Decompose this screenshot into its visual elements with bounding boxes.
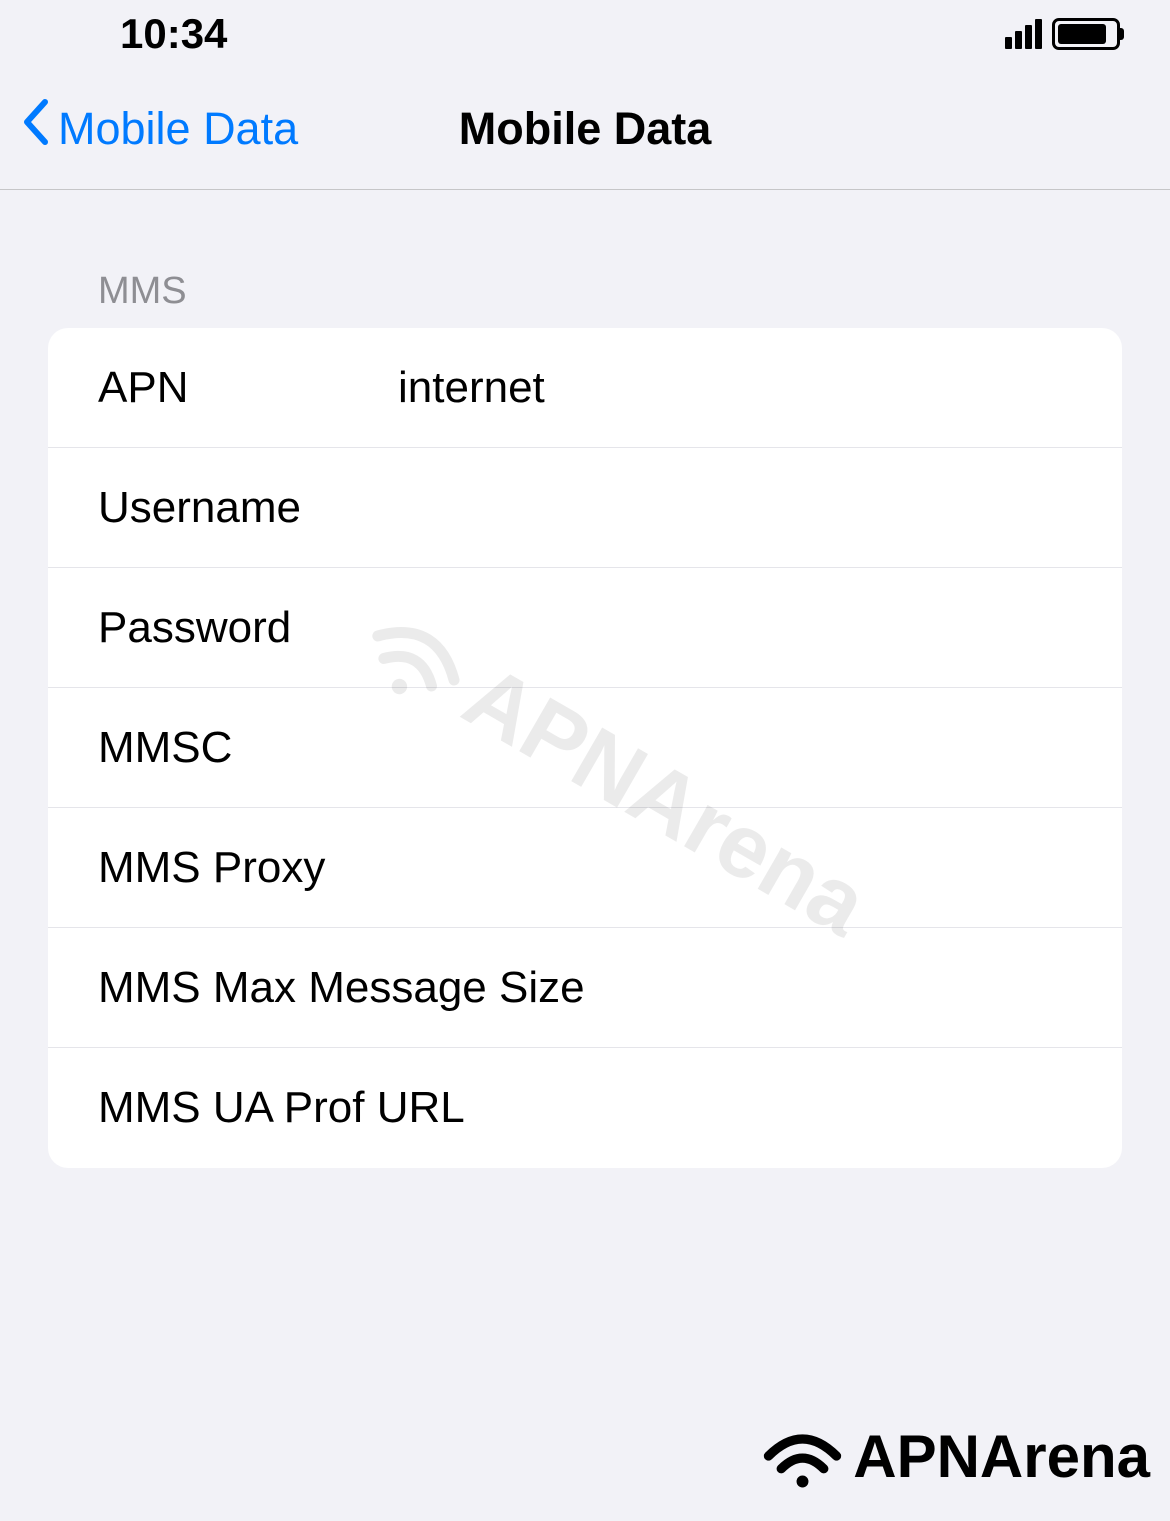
row-label: APN	[98, 363, 398, 413]
row-label: MMS UA Prof URL	[98, 1083, 1072, 1133]
section-header: MMS	[48, 270, 1122, 313]
back-label: Mobile Data	[58, 103, 298, 155]
row-label: Username	[98, 483, 398, 533]
row-label: MMSC	[98, 723, 398, 773]
password-input[interactable]	[398, 603, 1072, 653]
row-label: MMS Proxy	[98, 843, 398, 893]
footer-brand-text: APNArena	[853, 1422, 1150, 1491]
mms-proxy-input[interactable]	[398, 843, 1072, 893]
row-label: Password	[98, 603, 398, 653]
nav-title: Mobile Data	[459, 103, 712, 155]
row-mms-ua-prof[interactable]: MMS UA Prof URL	[48, 1048, 1122, 1168]
mmsc-input[interactable]	[398, 723, 1072, 773]
nav-bar: Mobile Data Mobile Data	[0, 68, 1170, 190]
settings-group: APN Username Password MMSC MMS Proxy MMS…	[48, 328, 1122, 1168]
row-username[interactable]: Username	[48, 448, 1122, 568]
username-input[interactable]	[398, 483, 1072, 533]
row-mms-proxy[interactable]: MMS Proxy	[48, 808, 1122, 928]
chevron-left-icon	[20, 97, 50, 160]
status-time: 10:34	[120, 10, 227, 58]
footer-brand: APNArena	[760, 1421, 1150, 1491]
row-password[interactable]: Password	[48, 568, 1122, 688]
row-label: MMS Max Message Size	[98, 963, 1072, 1013]
status-bar: 10:34	[0, 0, 1170, 68]
status-icons	[1005, 18, 1120, 50]
row-mms-max-size[interactable]: MMS Max Message Size	[48, 928, 1122, 1048]
wifi-icon	[760, 1421, 845, 1491]
cellular-signal-icon	[1005, 19, 1042, 49]
row-apn[interactable]: APN	[48, 328, 1122, 448]
battery-icon	[1052, 18, 1120, 50]
back-button[interactable]: Mobile Data	[20, 97, 298, 160]
row-mmsc[interactable]: MMSC	[48, 688, 1122, 808]
apn-input[interactable]	[398, 363, 1072, 413]
